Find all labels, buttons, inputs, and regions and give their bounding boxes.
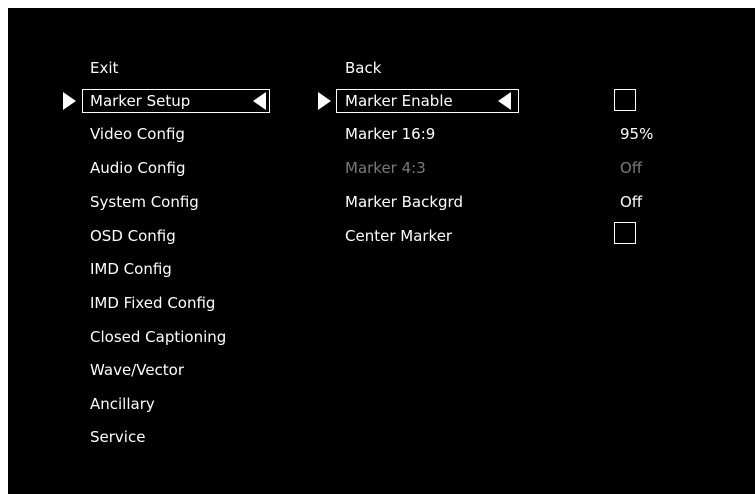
menu-item-imd-fixed-config[interactable]: IMD Fixed Config — [90, 293, 215, 313]
menu-item-ancillary[interactable]: Ancillary — [90, 394, 155, 414]
menu-item-exit[interactable]: Exit — [90, 58, 118, 78]
submenu-item-marker-enable[interactable]: Marker Enable — [345, 91, 453, 111]
marker-enable-checkbox[interactable] — [614, 89, 636, 111]
selection-arrow-left-icon — [498, 92, 511, 110]
submenu-item-back[interactable]: Back — [345, 58, 381, 78]
menu-item-service[interactable]: Service — [90, 427, 145, 447]
menu-item-video-config[interactable]: Video Config — [90, 124, 185, 144]
selection-arrow-right-icon — [318, 92, 331, 110]
menu-item-system-config[interactable]: System Config — [90, 192, 199, 212]
marker-backgrd-value: Off — [620, 193, 643, 211]
submenu-item-center-marker[interactable]: Center Marker — [345, 226, 452, 246]
menu-item-osd-config[interactable]: OSD Config — [90, 226, 176, 246]
menu-item-imd-config[interactable]: IMD Config — [90, 259, 172, 279]
center-marker-checkbox[interactable] — [614, 222, 636, 244]
selection-arrow-right-icon — [63, 92, 76, 110]
menu-item-marker-setup[interactable]: Marker Setup — [90, 91, 190, 111]
menu-item-wave-vector[interactable]: Wave/Vector — [90, 360, 184, 380]
menu-item-audio-config[interactable]: Audio Config — [90, 158, 186, 178]
marker-4-3-value: Off — [620, 159, 643, 177]
osd-screen: Exit Marker Setup Video Config Audio Con… — [8, 8, 755, 494]
submenu-item-marker-backgrd[interactable]: Marker Backgrd — [345, 192, 463, 212]
marker-16-9-value: 95% — [620, 125, 654, 143]
submenu-item-marker-4-3: Marker 4:3 — [345, 159, 426, 177]
submenu-item-marker-16-9[interactable]: Marker 16:9 — [345, 124, 435, 144]
menu-item-closed-captioning[interactable]: Closed Captioning — [90, 327, 226, 347]
selection-arrow-left-icon — [253, 92, 266, 110]
